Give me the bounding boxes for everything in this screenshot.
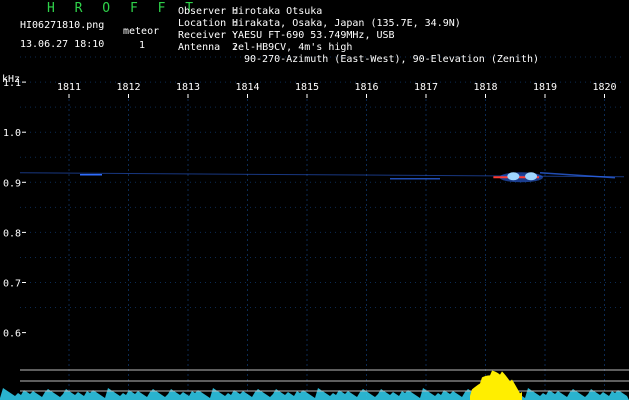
carrier-fragment bbox=[539, 172, 616, 179]
receiver-key: Receiver : bbox=[178, 30, 239, 41]
noise-band bbox=[0, 388, 629, 400]
x-tick-label: 1816 bbox=[354, 82, 378, 93]
x-tick-label: 1811 bbox=[57, 82, 81, 93]
x-tick-label: 1818 bbox=[473, 82, 497, 93]
antenna-value-1: 2el-HB9CV, 4m's high bbox=[232, 42, 353, 53]
antenna-key: Antenna : bbox=[178, 42, 239, 53]
y-tick-label: 0.9 bbox=[3, 178, 21, 189]
brand-title: H R O F F T bbox=[47, 1, 200, 16]
echo-head bbox=[525, 172, 538, 181]
y-axis-ticks: 1.11.00.90.80.70.6 bbox=[3, 78, 26, 340]
spectrogram-grid bbox=[20, 56, 624, 400]
meteor-count: 1 bbox=[139, 40, 146, 51]
x-tick-label: 1815 bbox=[295, 82, 319, 93]
receiver-value: YAESU FT-690 53.749MHz, USB bbox=[232, 30, 395, 41]
x-tick-label: 1813 bbox=[176, 82, 200, 93]
x-axis-ticks: 1811 1812 1813 1814 1815 1816 1817 1818 1819 1820 bbox=[57, 82, 617, 98]
noise-floor bbox=[0, 388, 629, 400]
x-tick-label: 1820 bbox=[592, 82, 616, 93]
echo-head bbox=[507, 172, 520, 181]
burst-shape bbox=[470, 370, 522, 400]
meteor-label: meteor bbox=[123, 26, 160, 37]
meteor-echo bbox=[493, 172, 544, 183]
y-tick-label: 0.7 bbox=[3, 279, 21, 290]
observer-key: Observer : bbox=[178, 6, 239, 17]
y-axis-unit: kHz bbox=[2, 74, 21, 85]
x-tick-label: 1814 bbox=[235, 82, 259, 93]
x-tick-label: 1817 bbox=[414, 82, 438, 93]
y-tick-label: 0.8 bbox=[3, 228, 21, 239]
x-tick-label: 1819 bbox=[533, 82, 557, 93]
reference-lines bbox=[20, 369, 629, 392]
echo-burst bbox=[470, 370, 522, 400]
file-name: HI06271810.png bbox=[20, 20, 105, 31]
location-key: Location : bbox=[178, 18, 239, 29]
antenna-value-2: 90-270-Azimuth (East-West), 90-Elevation… bbox=[244, 54, 540, 65]
location-value: Hirakata, Osaka, Japan (135.7E, 34.9N) bbox=[232, 18, 461, 29]
y-tick-label: 0.6 bbox=[3, 329, 21, 340]
spectrogram-window: { "header": { "brand": "H R O F F T", "f… bbox=[0, 0, 629, 400]
observer-value: Hirotaka Otsuka bbox=[232, 6, 323, 17]
x-tick-label: 1812 bbox=[116, 82, 140, 93]
y-tick-label: 1.0 bbox=[3, 128, 21, 139]
timestamp: 13.06.27 18:10 bbox=[20, 39, 105, 50]
